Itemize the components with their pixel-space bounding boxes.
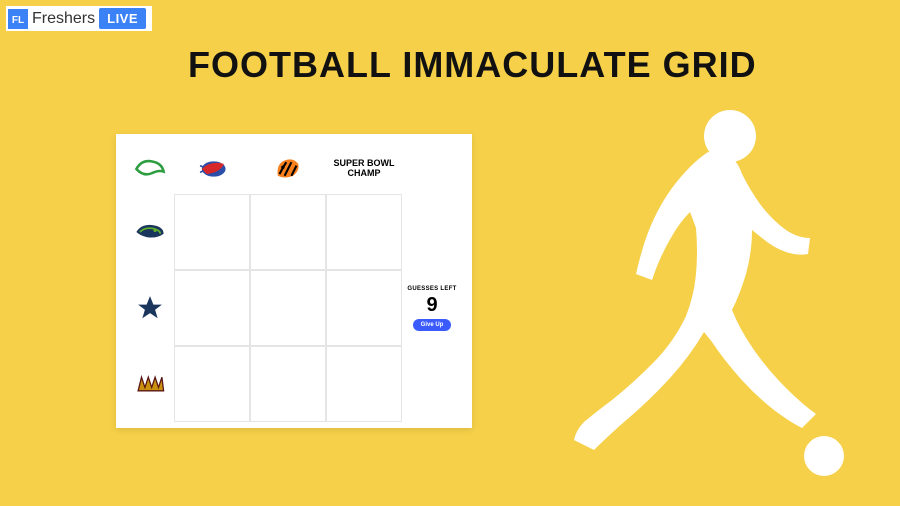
grid-corner: [126, 144, 174, 194]
row-header-seahawks: [126, 194, 174, 270]
grid-cell[interactable]: [174, 270, 250, 346]
bengals-logo-icon: [271, 152, 305, 186]
grid-cell[interactable]: [326, 346, 402, 422]
commanders-logo-icon: [133, 367, 167, 401]
grid-cell[interactable]: [326, 270, 402, 346]
guesses-count: 9: [426, 294, 437, 317]
grid-cell[interactable]: [174, 194, 250, 270]
row-header-cowboys: [126, 270, 174, 346]
bills-logo-icon: [195, 152, 229, 186]
col-header-bengals: [250, 144, 326, 194]
grid-spacer: [402, 346, 462, 422]
grid-logo-icon: [133, 156, 167, 182]
guesses-panel: GUESSES LEFT 9 Give Up: [402, 270, 462, 346]
col-header-bills: [174, 144, 250, 194]
brand-logo: FL Freshers LIVE: [6, 6, 152, 31]
col-header-superbowl: SUPER BOWL CHAMP: [326, 144, 402, 194]
grid-cell[interactable]: [250, 194, 326, 270]
brand-icon: FL: [8, 9, 28, 29]
grid-cell[interactable]: [250, 270, 326, 346]
seahawks-logo-icon: [133, 215, 167, 249]
cowboys-logo-icon: [133, 291, 167, 325]
grid-table: SUPER BOWL CHAMP GUESSES LEFT 9 Give Up: [126, 144, 462, 422]
grid-cell[interactable]: [326, 194, 402, 270]
immaculate-grid-card: SUPER BOWL CHAMP GUESSES LEFT 9 Give Up: [116, 134, 472, 428]
brand-name: Freshers: [32, 10, 95, 28]
football-player-silhouette: [540, 98, 880, 498]
grid-spacer: [402, 144, 462, 194]
live-badge: LIVE: [99, 8, 146, 29]
give-up-button[interactable]: Give Up: [413, 319, 452, 331]
grid-spacer: [402, 194, 462, 270]
row-header-commanders: [126, 346, 174, 422]
guesses-label: GUESSES LEFT: [407, 286, 456, 292]
svg-text:FL: FL: [12, 15, 24, 26]
page-title: FOOTBALL IMMACULATE GRID: [188, 44, 757, 86]
grid-cell[interactable]: [250, 346, 326, 422]
grid-cell[interactable]: [174, 346, 250, 422]
